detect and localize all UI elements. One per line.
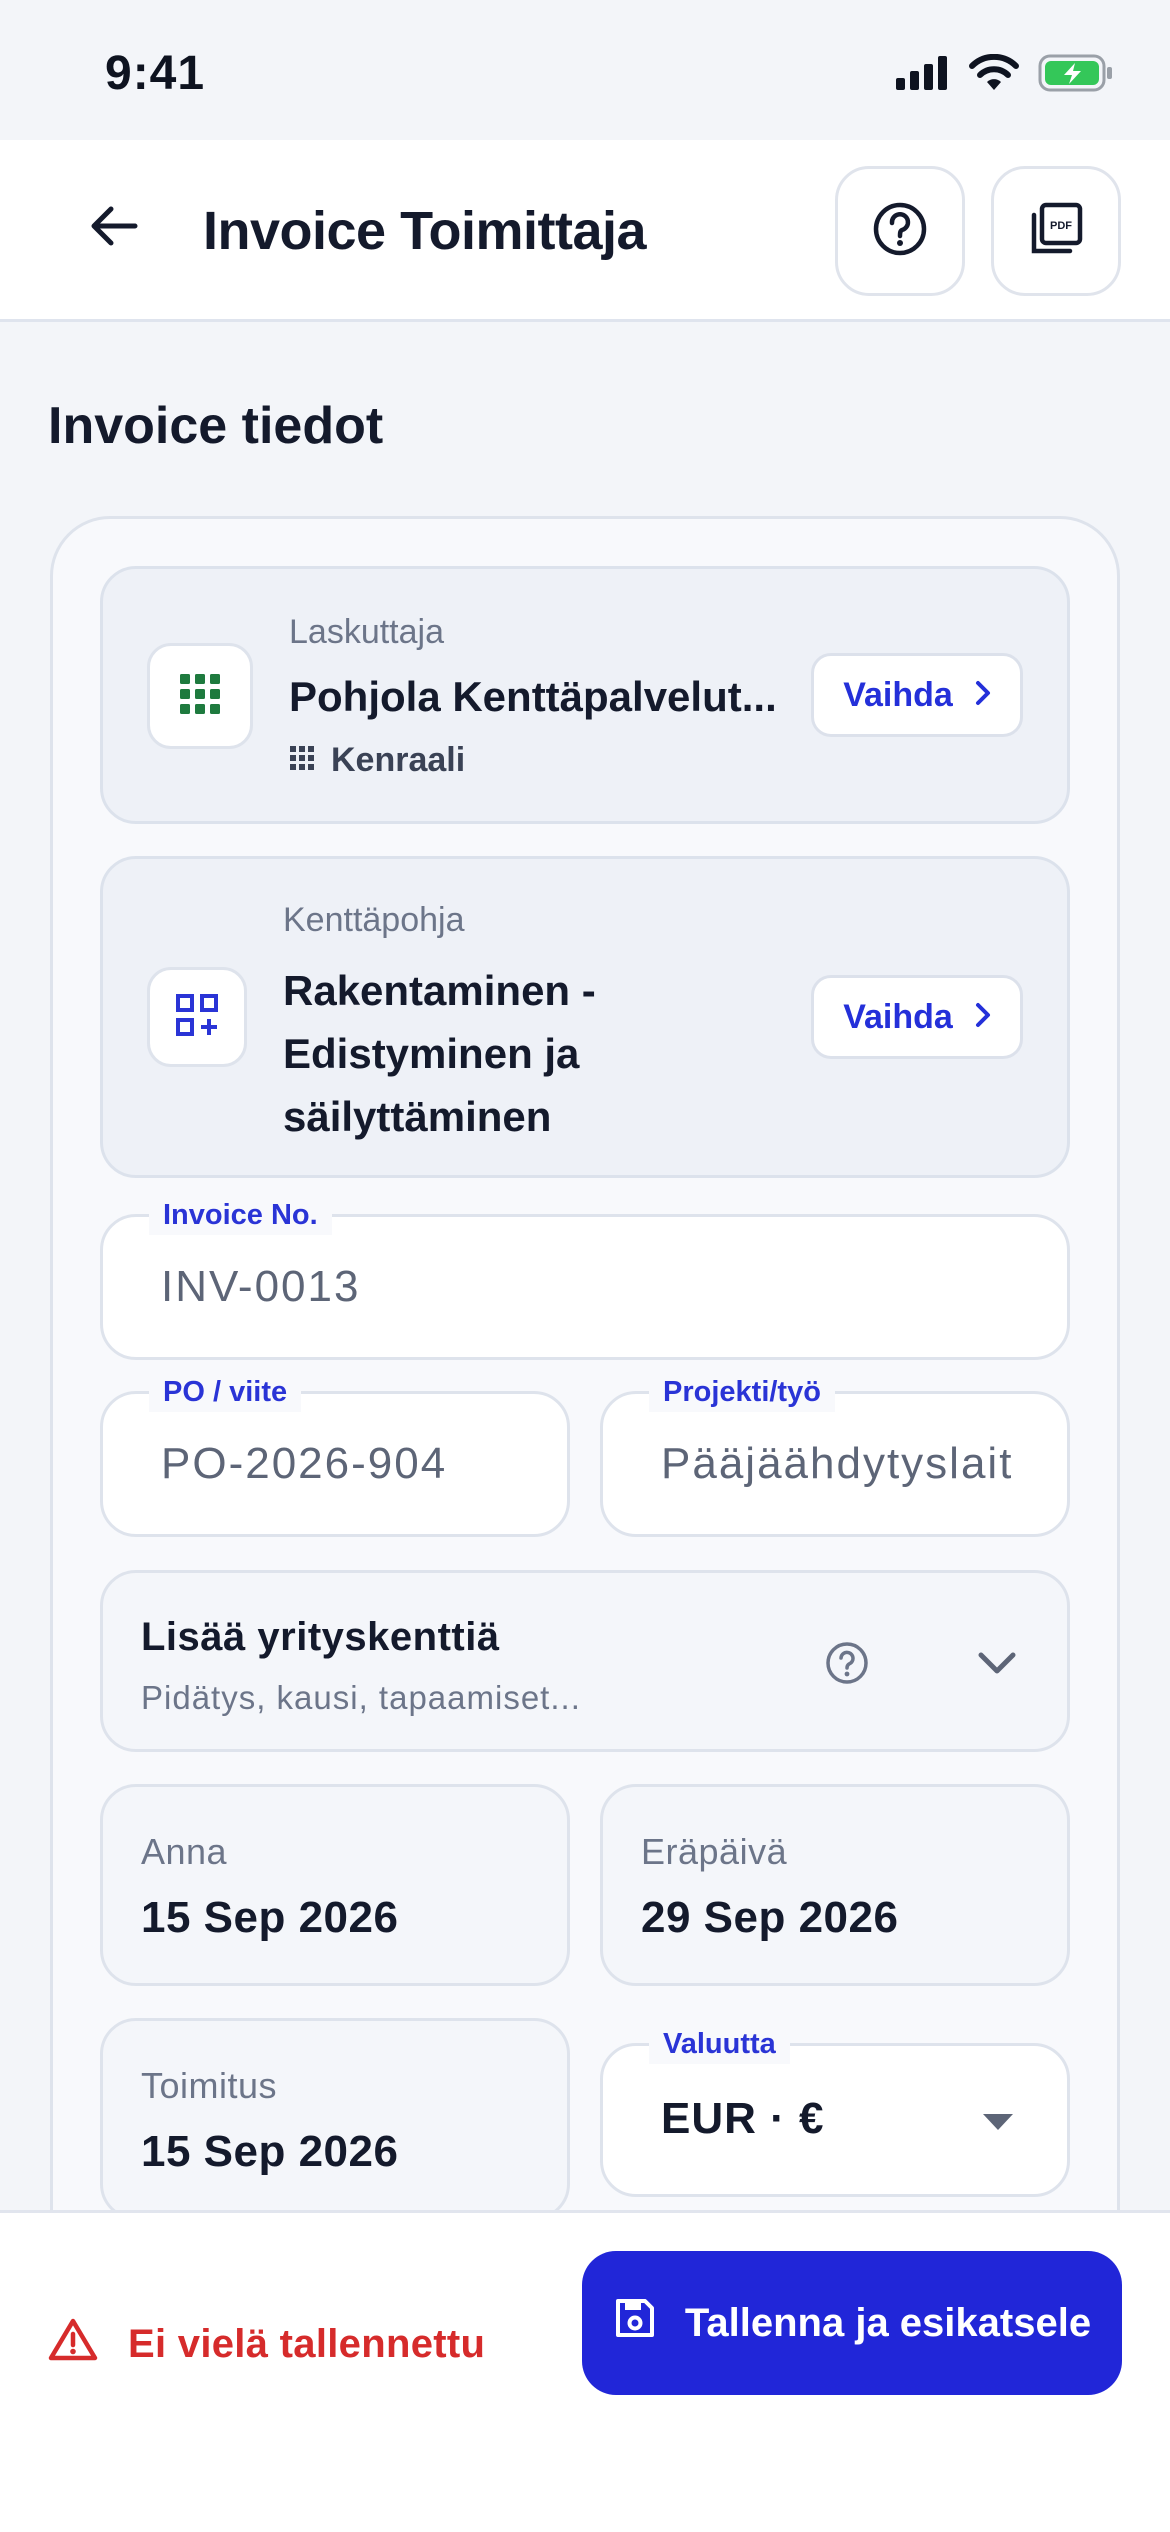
due-date-field[interactable]: Eräpäivä 29 Sep 2026	[600, 1784, 1070, 1986]
section-title: Invoice tiedot	[48, 397, 384, 455]
change-template-button[interactable]: Vaihda	[811, 975, 1023, 1059]
template-icon-box	[147, 967, 247, 1067]
chevron-down-icon[interactable]	[977, 1651, 1017, 1682]
currency-label: Valuutta	[649, 2024, 790, 2064]
project-input[interactable]	[661, 1394, 1011, 1534]
due-date-value: 29 Sep 2026	[641, 1893, 899, 1942]
delivery-date-value: 15 Sep 2026	[141, 2127, 399, 2176]
svg-text:PDF: PDF	[1050, 220, 1072, 232]
qr-add-icon	[175, 993, 219, 1042]
change-biller-button[interactable]: Vaihda	[811, 653, 1023, 737]
biller-caption: Laskuttaja	[289, 613, 444, 651]
due-date-caption: Eräpäivä	[641, 1831, 788, 1872]
template-name-line: Edistyminen ja	[283, 1030, 580, 1077]
unsaved-status: Ei vielä tallennettu	[48, 2317, 485, 2371]
grid-small-icon	[289, 741, 315, 780]
app-bar: Invoice Toimittaja PDF	[0, 140, 1170, 322]
business-fields-title: Lisää yrityskenttiä	[141, 1615, 500, 1659]
currency-select[interactable]: Valuutta EUR · €	[600, 2024, 1070, 2197]
change-biller-label: Vaihda	[843, 675, 953, 714]
page-title: Invoice Toimittaja	[203, 201, 647, 261]
save-and-preview-label: Tallenna ja esikatsele	[684, 2300, 1092, 2345]
save-icon	[613, 2296, 657, 2350]
wifi-icon	[968, 53, 1020, 97]
status-bar: 9:41	[0, 0, 1170, 140]
back-button[interactable]	[78, 192, 150, 264]
grid-icon	[178, 672, 222, 721]
warning-icon	[48, 2317, 98, 2371]
biller-sub: Kenraali	[289, 741, 465, 780]
change-template-label: Vaihda	[843, 997, 953, 1036]
save-and-preview-button[interactable]: Tallenna ja esikatsele	[582, 2251, 1122, 2395]
business-fields-subtitle: Pidätys, kausi, tapaamiset...	[141, 1679, 581, 1716]
unsaved-status-label: Ei vielä tallennettu	[128, 2321, 486, 2366]
back-arrow-icon	[89, 204, 139, 253]
currency-value: EUR · €	[661, 2094, 825, 2143]
template-name: Rakentaminen - Edistyminen ja säilyttämi…	[283, 959, 596, 1148]
chevron-right-icon	[975, 676, 991, 715]
pdf-button[interactable]: PDF	[991, 166, 1121, 296]
status-time: 9:41	[105, 47, 206, 100]
po-reference-input[interactable]	[161, 1394, 527, 1534]
battery-icon	[1038, 54, 1114, 97]
chevron-right-icon	[975, 998, 991, 1037]
help-icon[interactable]	[825, 1641, 869, 1690]
caret-down-icon	[981, 2112, 1015, 2137]
biller-picker[interactable]: Laskuttaja Pohjola Kenttäpalvelut... Ken…	[100, 566, 1070, 824]
signal-icon	[896, 55, 950, 95]
invoice-number-input[interactable]	[161, 1217, 1027, 1357]
template-picker[interactable]: Kenttäpohja Rakentaminen - Edistyminen j…	[100, 856, 1070, 1178]
delivery-date-caption: Toimitus	[141, 2065, 278, 2106]
issue-date-field[interactable]: Anna 15 Sep 2026	[100, 1784, 570, 1986]
project-field[interactable]: Projekti/työ	[600, 1372, 1070, 1537]
biller-name: Pohjola Kenttäpalvelut...	[289, 673, 777, 720]
template-caption: Kenttäpohja	[283, 901, 465, 939]
invoice-number-field[interactable]: Invoice No.	[100, 1195, 1070, 1360]
business-fields-expander[interactable]: Lisää yrityskenttiä Pidätys, kausi, tapa…	[100, 1570, 1070, 1752]
help-icon	[872, 201, 928, 262]
delivery-date-field[interactable]: Toimitus 15 Sep 2026	[100, 2018, 570, 2220]
issue-date-caption: Anna	[141, 1831, 228, 1872]
status-icons	[896, 52, 1114, 98]
po-reference-field[interactable]: PO / viite	[100, 1372, 570, 1537]
template-name-line: säilyttäminen	[283, 1093, 552, 1140]
biller-icon-box	[147, 643, 253, 749]
pdf-icon: PDF	[1028, 201, 1084, 262]
bottom-action-bar: Ei vielä tallennettu Tallenna ja esikats…	[0, 2210, 1170, 2532]
issue-date-value: 15 Sep 2026	[141, 1893, 399, 1942]
biller-sub-label: Kenraali	[331, 741, 466, 779]
template-name-line: Rakentaminen -	[283, 967, 596, 1014]
help-button[interactable]	[835, 166, 965, 296]
